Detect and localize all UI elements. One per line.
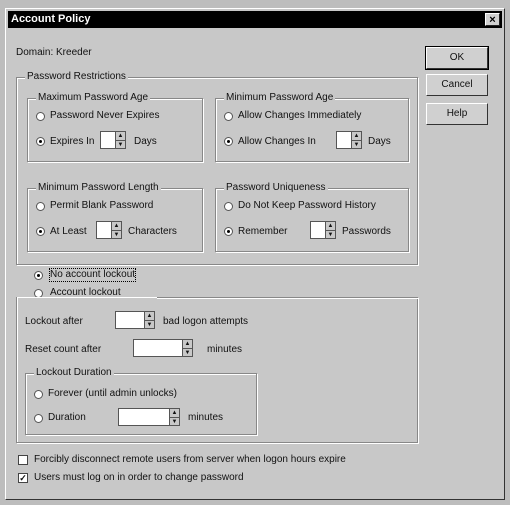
min-age-legend: Minimum Password Age: [224, 92, 336, 103]
at-least-characters-spinner[interactable]: ▲ ▼: [96, 221, 122, 239]
max-age-legend: Maximum Password Age: [36, 92, 151, 103]
lockout-duration-group: Lockout Duration Forever (until admin un…: [25, 367, 257, 435]
ok-button[interactable]: OK: [425, 46, 489, 70]
expires-in-radio[interactable]: [36, 137, 45, 146]
remember-radio[interactable]: [224, 227, 233, 236]
expires-in-label: Expires In: [50, 136, 95, 147]
spinner-arrows[interactable]: ▲ ▼: [111, 222, 121, 238]
duration-radio[interactable]: [34, 414, 43, 423]
down-arrow-icon[interactable]: ▼: [170, 417, 179, 426]
up-arrow-icon[interactable]: ▲: [112, 222, 121, 230]
duration-label: Duration: [48, 412, 86, 423]
duration-minutes-label: minutes: [188, 412, 224, 423]
up-arrow-icon[interactable]: ▲: [326, 222, 335, 230]
password-never-expires-radio[interactable]: [36, 112, 45, 121]
window-title: Account Policy: [11, 13, 91, 25]
spinner-arrows[interactable]: ▲ ▼: [351, 132, 361, 148]
no-account-lockout-radio[interactable]: [34, 271, 43, 280]
down-arrow-icon[interactable]: ▼: [326, 230, 335, 239]
up-arrow-icon[interactable]: ▲: [352, 132, 361, 140]
no-history-radio[interactable]: [224, 202, 233, 211]
bad-attempts-label: bad logon attempts: [163, 316, 249, 327]
cancel-button[interactable]: Cancel: [426, 74, 488, 96]
at-least-label: At Least: [50, 226, 87, 237]
close-icon[interactable]: ×: [485, 13, 500, 26]
lockout-after-spinner[interactable]: ▲ ▼: [115, 311, 155, 329]
help-button[interactable]: Help: [426, 103, 488, 125]
must-logon-label: Users must log on in order to change pas…: [34, 472, 244, 483]
forever-label: Forever (until admin unlocks): [48, 388, 177, 399]
down-arrow-icon[interactable]: ▼: [145, 320, 154, 329]
disconnect-label: Forcibly disconnect remote users from se…: [34, 454, 346, 465]
reset-minutes-label: minutes: [207, 344, 243, 355]
min-length-legend: Minimum Password Length: [36, 182, 161, 193]
allow-changes-in-radio[interactable]: [224, 137, 233, 146]
spinner-arrows[interactable]: ▲ ▼: [115, 132, 125, 148]
account-lockout-group: Lockout after ▲ ▼ bad logon attempts Rese…: [16, 297, 418, 443]
lockout-after-label: Lockout after: [25, 316, 83, 327]
must-logon-checkbox[interactable]: ✓: [18, 473, 28, 483]
allow-changes-immediately-radio[interactable]: [224, 112, 233, 121]
up-arrow-icon[interactable]: ▲: [183, 340, 192, 348]
no-account-lockout-label: No account lockout: [48, 268, 137, 282]
reset-count-spinner[interactable]: ▲ ▼: [133, 339, 193, 357]
remember-passwords-spinner[interactable]: ▲ ▼: [310, 221, 336, 239]
characters-label: Characters: [128, 226, 177, 237]
spinner-arrows[interactable]: ▲ ▼: [182, 340, 192, 356]
up-arrow-icon[interactable]: ▲: [145, 312, 154, 320]
up-arrow-icon[interactable]: ▲: [170, 409, 179, 417]
days-label: Days: [368, 136, 391, 147]
account-policy-dialog: Account Policy × Domain: Kreeder OK Canc…: [5, 8, 505, 500]
lockout-duration-legend: Lockout Duration: [34, 367, 114, 378]
down-arrow-icon[interactable]: ▼: [116, 140, 125, 149]
passwords-label: Passwords: [342, 226, 391, 237]
forever-radio[interactable]: [34, 390, 43, 399]
allow-changes-in-label: Allow Changes In: [238, 136, 316, 147]
spinner-arrows[interactable]: ▲ ▼: [169, 409, 179, 425]
spinner-arrows[interactable]: ▲ ▼: [325, 222, 335, 238]
expires-in-days-spinner[interactable]: ▲ ▼: [100, 131, 126, 149]
down-arrow-icon[interactable]: ▼: [352, 140, 361, 149]
password-restrictions-group: Password Restrictions Maximum Password A…: [16, 71, 418, 265]
permit-blank-password-label: Permit Blank Password: [50, 200, 154, 211]
down-arrow-icon[interactable]: ▼: [183, 348, 192, 357]
max-password-age-group: Maximum Password Age Password Never Expi…: [27, 92, 203, 162]
uniqueness-legend: Password Uniqueness: [224, 182, 328, 193]
group-top-line: [157, 297, 418, 298]
min-password-length-group: Minimum Password Length Permit Blank Pas…: [27, 182, 203, 252]
down-arrow-icon[interactable]: ▼: [112, 230, 121, 239]
password-never-expires-label: Password Never Expires: [50, 110, 160, 121]
spinner-arrows[interactable]: ▲ ▼: [144, 312, 154, 328]
reset-count-label: Reset count after: [25, 344, 102, 355]
allow-changes-in-days-spinner[interactable]: ▲ ▼: [336, 131, 362, 149]
domain-label: Domain: Kreeder: [16, 47, 92, 58]
password-uniqueness-group: Password Uniqueness Do Not Keep Password…: [215, 182, 409, 252]
up-arrow-icon[interactable]: ▲: [116, 132, 125, 140]
no-history-label: Do Not Keep Password History: [238, 200, 376, 211]
remember-label: Remember: [238, 226, 288, 237]
title-bar: Account Policy ×: [8, 11, 502, 28]
at-least-radio[interactable]: [36, 227, 45, 236]
permit-blank-password-radio[interactable]: [36, 202, 45, 211]
allow-changes-immediately-label: Allow Changes Immediately: [238, 110, 362, 121]
password-restrictions-legend: Password Restrictions: [25, 71, 128, 82]
duration-minutes-spinner[interactable]: ▲ ▼: [118, 408, 180, 426]
days-label: Days: [134, 136, 157, 147]
min-password-age-group: Minimum Password Age Allow Changes Immed…: [215, 92, 409, 162]
disconnect-checkbox[interactable]: [18, 455, 28, 465]
